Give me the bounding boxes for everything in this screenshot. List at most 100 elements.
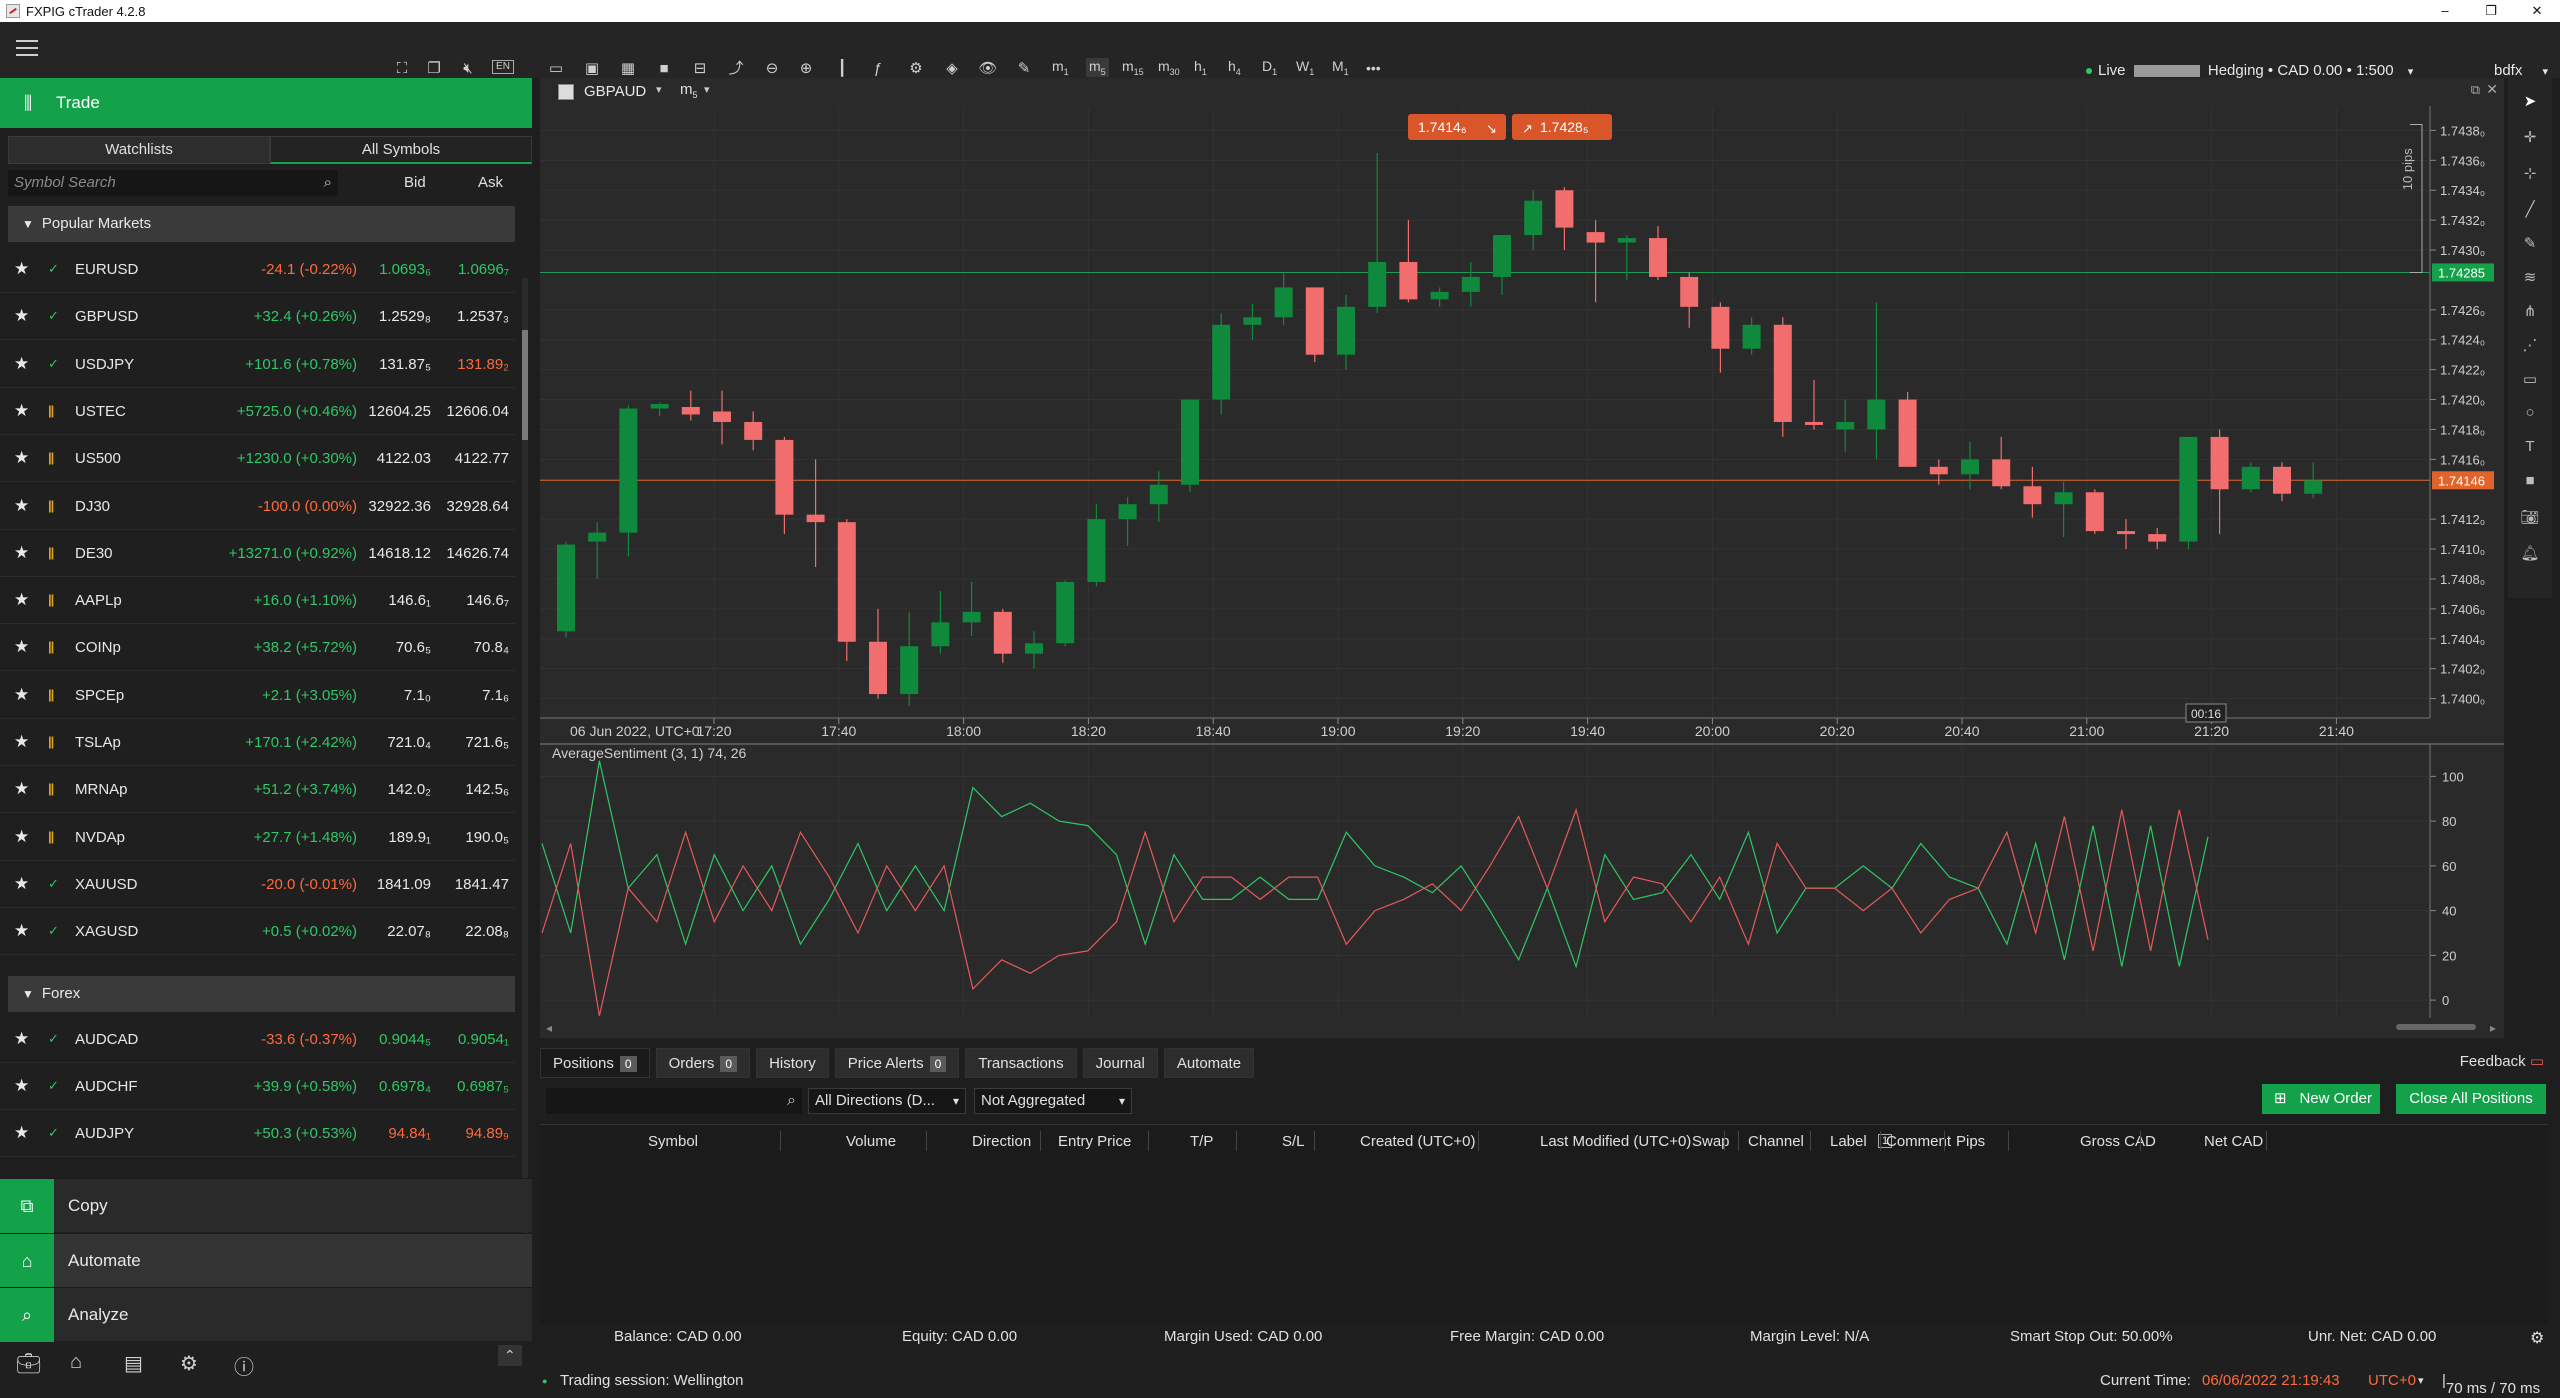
candle-body[interactable] [1149, 484, 1168, 505]
candle-body[interactable] [931, 622, 950, 647]
bell-icon[interactable]: 🔔︎ [2520, 544, 2540, 562]
symbol-bid[interactable]: 32922.36 [368, 498, 431, 515]
aggregation-select[interactable]: Not Aggregated [974, 1088, 1132, 1114]
candle-body[interactable] [806, 514, 825, 523]
rectangle-icon[interactable]: ▭ [2520, 370, 2540, 388]
symbol-ask[interactable]: 1.2537₃ [457, 308, 509, 325]
favorite-star-icon[interactable]: ★ [14, 637, 29, 657]
language-icon[interactable]: EN [492, 60, 514, 74]
symbol-row[interactable]: ★ ✓ XAUUSD -20.0 (-0.01%) 1841.09 1841.47 [0, 861, 515, 908]
column-separator[interactable] [1880, 1131, 1881, 1151]
favorite-star-icon[interactable]: ★ [14, 1029, 29, 1049]
symbol-ask[interactable]: 142.5₆ [465, 781, 509, 798]
column-header-label[interactable]: Label [1830, 1133, 1867, 1150]
minimize-icon[interactable]: – [2422, 0, 2468, 22]
feedback-button[interactable]: Feedback ▭ [2451, 1050, 2552, 1072]
symbol-bid[interactable]: 70.6₅ [396, 639, 431, 656]
automate-app-button[interactable]: ⌂ Automate [0, 1233, 532, 1288]
drawing-settings-icon[interactable]: ✎ [1014, 60, 1034, 78]
candle-body[interactable] [1773, 324, 1792, 422]
column-header-entry-price[interactable]: Entry Price [1058, 1133, 1131, 1150]
candle-body[interactable] [1742, 324, 1761, 349]
pencil-icon[interactable]: ✎ [2520, 234, 2540, 252]
candle-body[interactable] [1680, 276, 1699, 307]
timeframe-mn1[interactable]: M1 [1332, 58, 1349, 77]
split-chart-icon[interactable]: ⊟ [690, 60, 710, 78]
candle-body[interactable] [1805, 421, 1823, 425]
candle-body[interactable] [2148, 534, 2167, 542]
column-header-t-p[interactable]: T/P [1190, 1133, 1213, 1150]
candle-body[interactable] [1929, 466, 1948, 475]
tab-positions[interactable]: Positions 0 [540, 1048, 650, 1078]
symbol-row[interactable]: ★ || DJ30 -100.0 (0.00%) 32922.36 32928.64 [0, 483, 515, 530]
symbol-bid[interactable]: 142.0₂ [388, 781, 431, 798]
text-icon[interactable]: T [2520, 438, 2540, 455]
candle-body[interactable] [1337, 306, 1355, 355]
candle-body[interactable] [1274, 287, 1293, 318]
candle-body[interactable] [1368, 261, 1387, 307]
settings-icon[interactable]: ⚙ [2530, 1328, 2544, 1348]
candle-body[interactable] [681, 407, 700, 415]
fibonacci-icon[interactable]: ≋ [2520, 268, 2540, 286]
column-header-comment[interactable]: Comment [1886, 1133, 1951, 1150]
more-timeframes-button[interactable]: ••• [1366, 60, 1381, 76]
candle-body[interactable] [1212, 324, 1231, 400]
detach-icon[interactable]: ❐ [424, 60, 444, 78]
timeframe-m5[interactable]: m5 [1086, 58, 1109, 77]
column-header-pips[interactable]: Pips [1956, 1133, 1985, 1150]
timeframe-m1[interactable]: m1 [1052, 58, 1069, 77]
restore-icon[interactable]: ❐ [2468, 0, 2514, 22]
symbol-row[interactable]: ★ ✓ GBPUSD +32.4 (+0.26%) 1.2529₈ 1.2537₃ [0, 293, 515, 341]
timeframe-m15[interactable]: m15 [1122, 58, 1144, 77]
candle-body[interactable] [1867, 399, 1886, 430]
column-header-net-cad[interactable]: Net CAD [2204, 1133, 2263, 1150]
candle-body[interactable] [900, 646, 919, 695]
symbol-ask[interactable]: 1.0696₇ [458, 261, 509, 278]
column-separator[interactable] [1040, 1131, 1041, 1151]
favorite-star-icon[interactable]: ★ [14, 401, 29, 421]
symbol-bid[interactable]: 14618.12 [368, 545, 431, 562]
tab-orders[interactable]: Orders 0 [655, 1048, 751, 1078]
tab-all-symbols[interactable]: All Symbols [270, 136, 532, 164]
column-separator[interactable] [1944, 1131, 1945, 1151]
column-separator[interactable] [926, 1131, 927, 1151]
column-separator[interactable] [1724, 1131, 1725, 1151]
symbol-bid[interactable]: 4122.03 [377, 450, 431, 467]
tab-history[interactable]: History [756, 1048, 829, 1078]
candle-body[interactable] [2273, 466, 2291, 494]
column-separator[interactable] [1478, 1131, 1479, 1151]
group-header[interactable]: ▼ Popular Markets [8, 206, 515, 242]
symbol-row[interactable]: ★ || MRNAp +51.2 (+3.74%) 142.0₂ 142.5₆ [0, 766, 515, 814]
candle-body[interactable] [1649, 238, 1667, 277]
new-chart-icon[interactable]: ▭ [546, 60, 566, 78]
candle-body[interactable] [2054, 492, 2073, 505]
chart-canvas[interactable]: 1.7438₀ 1.7436₀ 1.7434₀ 1.7432₀ 1.7430₀ 1.742… [540, 78, 2504, 1038]
symbol-ask[interactable]: 32928.64 [446, 498, 509, 515]
timeframe-w1[interactable]: W1 [1296, 58, 1314, 77]
symbol-row[interactable]: ★ ✓ AUDCAD -33.6 (-0.37%) 0.9044₅ 0.9054₁ [0, 1016, 515, 1063]
account-selector[interactable]: Live Hedging • CAD 0.00 • 1:500 ▾ [2086, 62, 2413, 79]
candle-body[interactable] [1961, 459, 1979, 475]
zoom-in-icon[interactable]: ⊕ [796, 60, 816, 78]
symbol-row[interactable]: ★ ✓ USDJPY +101.6 (+0.78%) 131.87₅ 131.89₂ [0, 341, 515, 388]
multi-chart-icon[interactable]: ▦ [618, 60, 638, 78]
favorite-star-icon[interactable]: ★ [14, 543, 29, 563]
chart-settings-icon[interactable]: ⤴ [726, 60, 746, 78]
candle-body[interactable] [557, 544, 575, 632]
candle-body[interactable] [993, 611, 1012, 654]
chart-window[interactable]: GBPAUD ▾ m5 ▾ ⧉ ✕ 1.7438₀ 1.7436₀ 1.7434₀ 1… [540, 78, 2504, 1038]
candle-body[interactable] [1898, 399, 1917, 467]
symbol-row[interactable]: ★ ✓ AUDJPY +50.3 (+0.53%) 94.84₁ 94.89₉ [0, 1110, 515, 1158]
pitchfork-icon[interactable]: ⋔ [2520, 302, 2540, 320]
column-header-direction[interactable]: Direction [972, 1133, 1031, 1150]
candle-body[interactable] [1524, 200, 1543, 236]
symbol-ask[interactable]: 22.08₈ [465, 923, 509, 940]
chevron-down-icon[interactable]: ▾ [2418, 1374, 2424, 1387]
symbol-search-input[interactable]: Symbol Search ⌕ [8, 170, 338, 196]
symbol-bid[interactable]: 131.87₅ [379, 356, 431, 373]
positions-search-input[interactable]: ⌕ [546, 1088, 802, 1114]
candle-body[interactable] [2023, 486, 2042, 505]
symbol-list-scrollbar[interactable] [522, 278, 528, 1238]
candle-body[interactable] [1555, 190, 1574, 228]
automate-icon[interactable]: ⚙ [906, 60, 926, 78]
